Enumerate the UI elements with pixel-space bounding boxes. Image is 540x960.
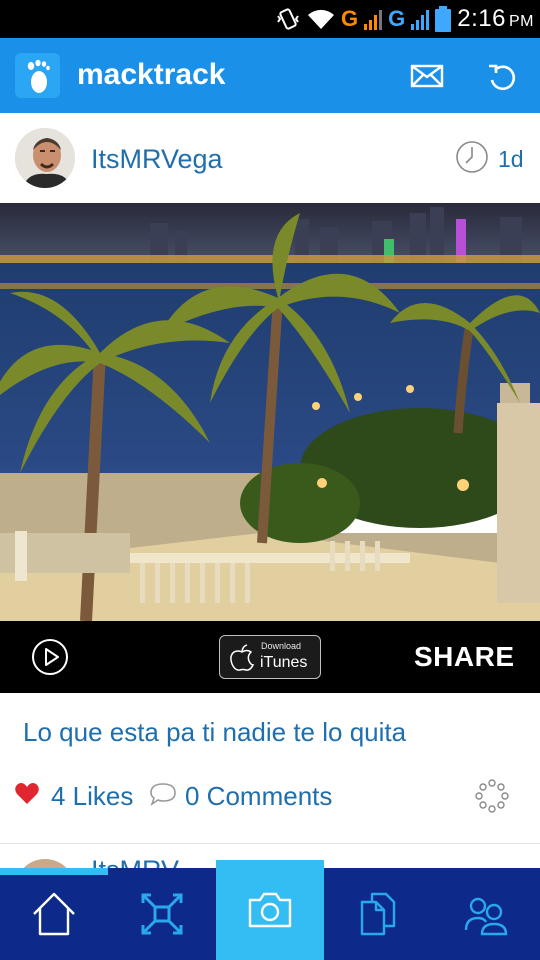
heart-icon[interactable] <box>14 782 40 806</box>
nav-documents[interactable] <box>324 868 432 960</box>
status-icons: G G 2:16 PM <box>275 0 540 38</box>
nav-people[interactable] <box>432 868 540 960</box>
bottom-nav <box>0 860 540 960</box>
clock-icon <box>456 141 488 173</box>
time-ampm: PM <box>509 13 534 30</box>
network-type-1: G <box>341 6 359 31</box>
app-title: macktrack <box>77 58 226 91</box>
signal-icon <box>364 8 383 30</box>
more-options-icon[interactable] <box>475 779 509 813</box>
vibrate-icon <box>277 8 299 30</box>
play-icon <box>32 639 68 675</box>
clock-time: 2:16 PM <box>457 5 534 33</box>
app-logo <box>15 53 60 98</box>
mail-icon <box>410 64 444 88</box>
camera-icon <box>248 892 292 928</box>
next-post-avatar <box>15 859 75 868</box>
next-post-username: ItsMRV... <box>91 855 199 868</box>
signal-icon-2 <box>411 8 430 30</box>
itunes-store-label: iTunes <box>260 654 308 671</box>
nav-discover[interactable] <box>108 868 216 960</box>
post-stats: 4 Likes 0 Comments <box>0 773 540 817</box>
battery-icon <box>435 6 452 32</box>
people-icon <box>464 897 508 936</box>
comment-icon[interactable] <box>149 781 177 807</box>
footprint-icon <box>27 59 50 93</box>
avatar-image <box>15 128 75 188</box>
post-header: ItsMRVega 1d <box>0 113 540 203</box>
play-button[interactable] <box>31 638 69 681</box>
home-icon <box>33 892 75 936</box>
time-value: 2:16 <box>457 5 506 32</box>
post-photo[interactable] <box>0 203 540 621</box>
post-caption: Lo que esta pa ti nadie te lo quita <box>23 717 407 747</box>
likes-count[interactable]: 4 Likes <box>51 781 133 812</box>
comments-count[interactable]: 0 Comments <box>185 781 332 812</box>
post-age: 1d <box>498 146 524 172</box>
media-bar: Download iTunes SHARE <box>0 621 540 693</box>
network-type-2: G <box>388 6 406 31</box>
nav-active-indicator <box>0 868 108 875</box>
status-bar: G G 2:16 PM <box>0 0 540 38</box>
refresh-button[interactable] <box>484 58 520 94</box>
nav-camera[interactable] <box>216 860 324 960</box>
post-username[interactable]: ItsMRVega <box>91 144 223 175</box>
photo-image <box>0 203 540 621</box>
itunes-download-label: Download <box>261 641 302 651</box>
wifi-icon <box>308 9 335 29</box>
itunes-download-button[interactable]: Download iTunes <box>219 635 321 679</box>
discover-icon <box>141 893 183 935</box>
refresh-icon <box>489 64 516 91</box>
app-bar: macktrack <box>0 38 540 113</box>
documents-icon <box>360 892 396 936</box>
share-button[interactable]: SHARE <box>414 641 515 673</box>
messages-button[interactable] <box>409 58 445 94</box>
avatar[interactable] <box>15 128 75 188</box>
apple-icon <box>230 644 255 671</box>
nav-home[interactable] <box>0 868 108 960</box>
